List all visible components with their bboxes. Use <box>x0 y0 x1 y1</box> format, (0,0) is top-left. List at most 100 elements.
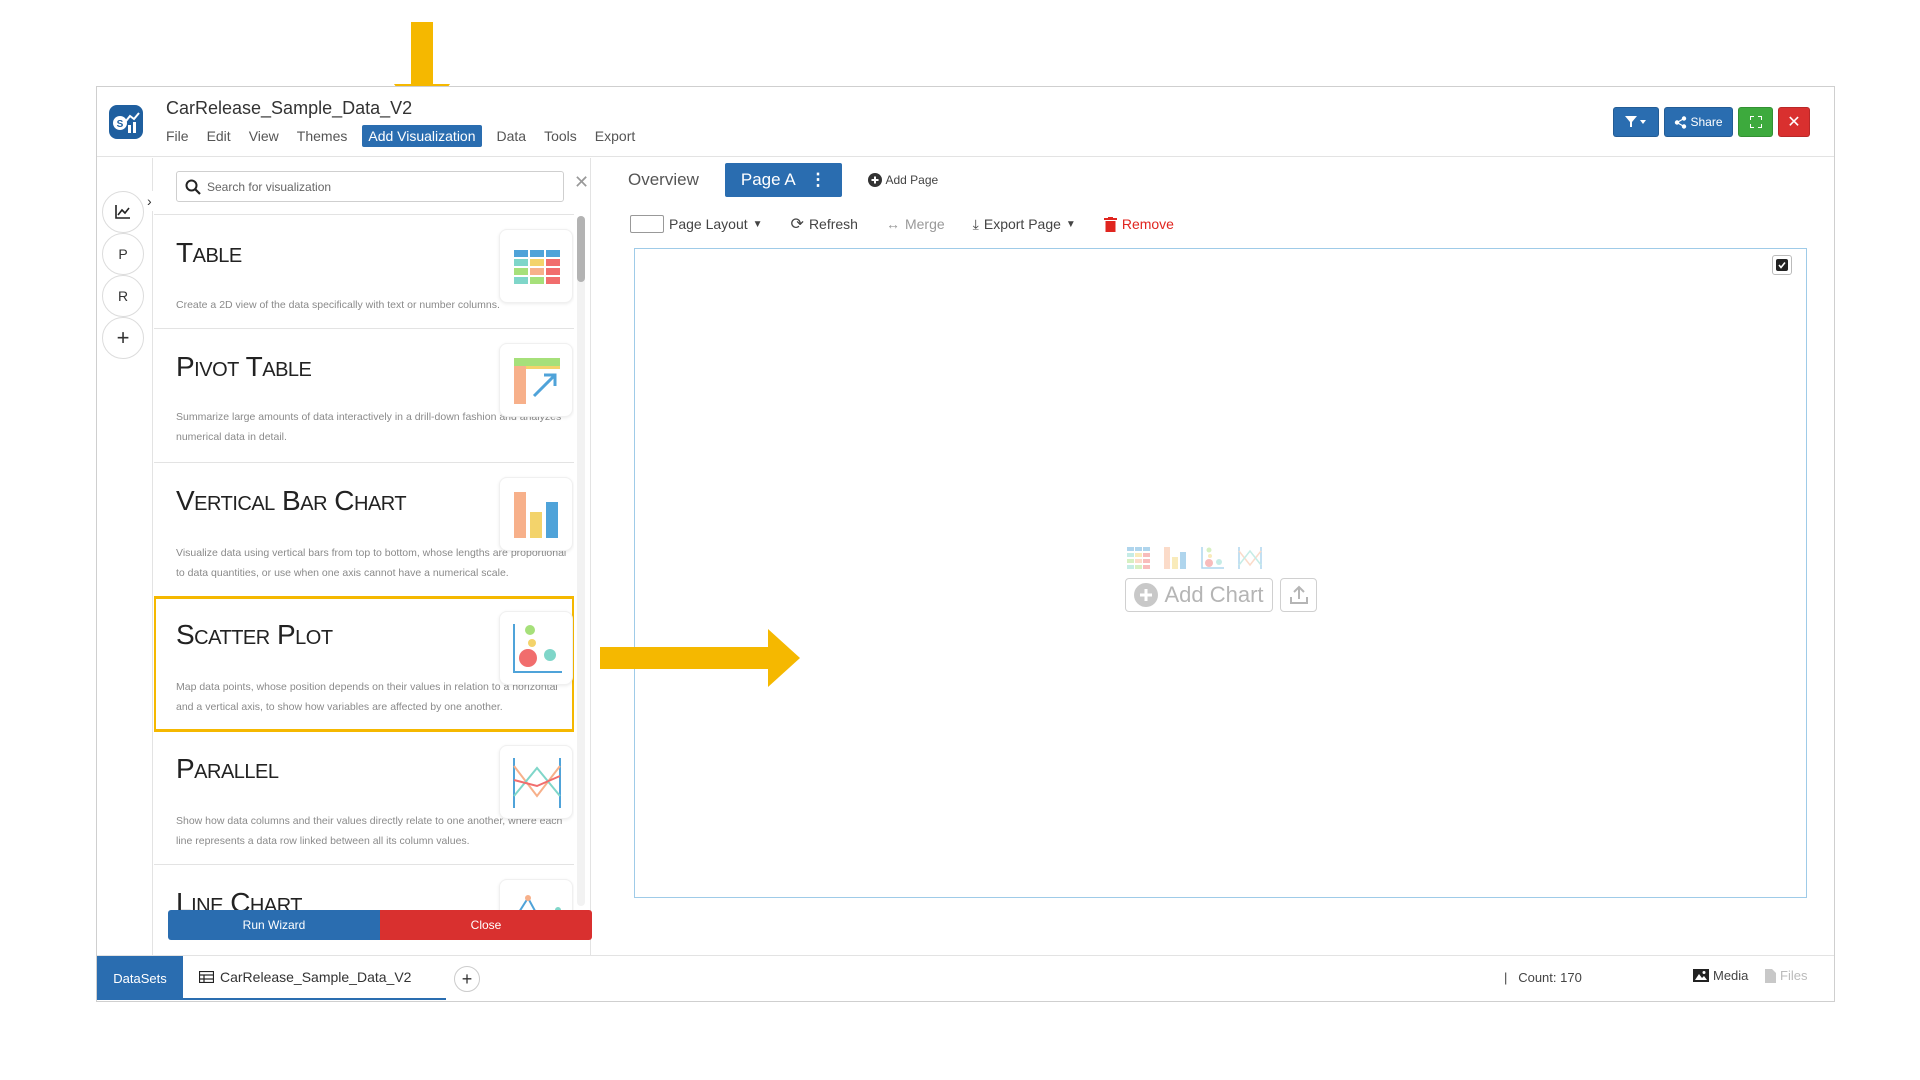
merge-button[interactable]: ↔ Merge <box>886 216 945 232</box>
close-window-button[interactable]: ✕ <box>1778 107 1810 137</box>
image-icon <box>1693 969 1709 982</box>
menu-view[interactable]: View <box>240 125 288 147</box>
plus-circle-icon <box>1134 583 1159 607</box>
remove-button[interactable]: Remove <box>1103 216 1174 232</box>
viz-item-parallel[interactable]: Parallel Show how data columns and their… <box>154 731 574 865</box>
remove-label: Remove <box>1121 216 1174 232</box>
viz-title: Vertical Bar Chart <box>176 485 407 516</box>
parallel-icon <box>1238 547 1262 569</box>
trash-icon <box>1103 216 1117 232</box>
tab-page-a[interactable]: Page A ⋮ <box>724 163 843 197</box>
add-chart-label: Add Chart <box>1164 582 1264 607</box>
header-actions: Share ✕ <box>1613 107 1810 137</box>
refresh-button[interactable]: ⟳ Refresh <box>791 214 858 234</box>
tab-page-a-label: Page A <box>740 170 795 189</box>
annotation-arrow-right <box>600 629 800 687</box>
dataset-name: CarRelease_Sample_Data_V2 <box>220 969 412 985</box>
merge-icon: ↔ <box>885 216 900 232</box>
viz-title: Line Chart <box>176 887 303 910</box>
page-toolbar: Page Layout ▼ ⟳ Refresh ↔ Merge ⤓ Export… <box>630 213 1202 235</box>
viz-item-scatter-plot[interactable]: Scatter Plot Map data points, whose posi… <box>154 596 574 732</box>
filter-icon <box>1625 116 1646 127</box>
viz-item-vertical-bar-chart[interactable]: Vertical Bar Chart Visualize data using … <box>154 463 574 597</box>
scatter-plot-thumbnail-icon <box>499 611 573 685</box>
refresh-label: Refresh <box>808 216 858 232</box>
select-checkbox[interactable] <box>1772 255 1792 275</box>
share-icon <box>1675 115 1687 129</box>
fullscreen-button[interactable] <box>1738 107 1773 137</box>
page-layout-button[interactable]: Page Layout ▼ <box>630 215 763 233</box>
add-page-button[interactable]: Add Page <box>868 173 938 187</box>
search-icon <box>185 179 201 195</box>
export-page-label: Export Page <box>983 216 1061 232</box>
menu-export[interactable]: Export <box>586 125 644 147</box>
app-window: S CarRelease_Sample_Data_V2 File Edit Vi… <box>96 86 1835 1002</box>
rail-add-button[interactable]: + <box>102 317 144 359</box>
scatter-icon <box>1201 547 1224 569</box>
left-rail: P R + <box>97 158 153 955</box>
add-dataset-button[interactable]: + <box>454 966 480 992</box>
file-icon <box>1765 968 1776 983</box>
viz-title: Parallel <box>176 753 279 784</box>
page-canvas[interactable]: Add Chart <box>634 248 1807 898</box>
scrollbar-thumb[interactable] <box>577 216 585 282</box>
menu-bar: File Edit View Themes Add Visualization … <box>166 125 644 147</box>
merge-label: Merge <box>904 216 945 232</box>
run-wizard-button[interactable]: Run Wizard <box>168 910 380 940</box>
menu-tools[interactable]: Tools <box>535 125 586 147</box>
files-button[interactable]: Files <box>1765 968 1807 983</box>
table-icon <box>199 971 214 983</box>
upload-chart-button[interactable] <box>1280 578 1317 612</box>
rail-chart-button[interactable] <box>102 191 144 233</box>
app-title: CarRelease_Sample_Data_V2 <box>166 98 413 118</box>
upload-icon <box>1289 585 1308 604</box>
viz-item-line-chart[interactable]: Line Chart <box>154 865 574 910</box>
export-icon: ⤓ <box>972 215 979 232</box>
viz-list-scrollbar[interactable] <box>577 216 585 906</box>
status-bar: DataSets CarRelease_Sample_Data_V2 + | C… <box>97 955 1834 1001</box>
svg-text:S: S <box>117 119 124 130</box>
dataset-tab[interactable]: CarRelease_Sample_Data_V2 <box>183 956 446 1000</box>
search-box <box>176 171 564 202</box>
menu-themes[interactable]: Themes <box>288 125 357 147</box>
menu-data[interactable]: Data <box>488 125 536 147</box>
table-icon <box>1127 547 1150 569</box>
app-header: S CarRelease_Sample_Data_V2 File Edit Vi… <box>97 87 1834 157</box>
export-page-button[interactable]: ⤓ Export Page ▼ <box>973 216 1076 233</box>
kebab-menu-icon[interactable]: ⋮ <box>809 170 826 189</box>
parallel-thumbnail-icon <box>499 745 573 819</box>
media-button[interactable]: Media <box>1693 968 1748 983</box>
row-count: | Count: 170 <box>1504 970 1582 985</box>
menu-edit[interactable]: Edit <box>198 125 240 147</box>
app-logo: S <box>109 105 143 139</box>
expand-icon <box>1749 116 1762 128</box>
checkbox-icon <box>1776 259 1788 271</box>
visualization-list: Table Create a 2D view of the data speci… <box>154 214 574 910</box>
table-thumbnail-icon <box>499 229 573 303</box>
files-label: Files <box>1780 968 1808 983</box>
filter-button[interactable] <box>1613 107 1659 137</box>
layout-icon <box>630 215 664 233</box>
menu-add-visualization[interactable]: Add Visualization <box>362 125 482 147</box>
clear-search-icon[interactable]: ✕ <box>574 172 589 193</box>
tab-overview[interactable]: Overview <box>610 163 717 197</box>
viz-item-table[interactable]: Table Create a 2D view of the data speci… <box>154 215 574 329</box>
search-input[interactable] <box>207 176 557 198</box>
page-tabs: Overview Page A ⋮ Add Page <box>610 163 938 197</box>
datasets-tab[interactable]: DataSets <box>97 956 183 1000</box>
caret-down-icon: ▼ <box>1065 218 1076 230</box>
close-panel-button[interactable]: Close <box>380 910 592 940</box>
empty-state-icons <box>1127 547 1262 569</box>
add-chart-button[interactable]: Add Chart <box>1125 578 1273 612</box>
caret-down-icon: ▼ <box>752 218 763 230</box>
viz-title: Table <box>176 237 242 268</box>
close-icon: ✕ <box>1787 114 1801 131</box>
share-button[interactable]: Share <box>1664 107 1733 137</box>
menu-file[interactable]: File <box>166 125 198 147</box>
rail-r-button[interactable]: R <box>102 275 144 317</box>
rail-p-button[interactable]: P <box>102 233 144 275</box>
viz-item-pivot-table[interactable]: Pivot Table Summarize large amounts of d… <box>154 329 574 463</box>
visualization-panel: ✕ Table Create a 2D view of the data spe… <box>154 158 592 955</box>
pivot-table-thumbnail-icon <box>499 343 573 417</box>
media-label: Media <box>1713 968 1749 983</box>
